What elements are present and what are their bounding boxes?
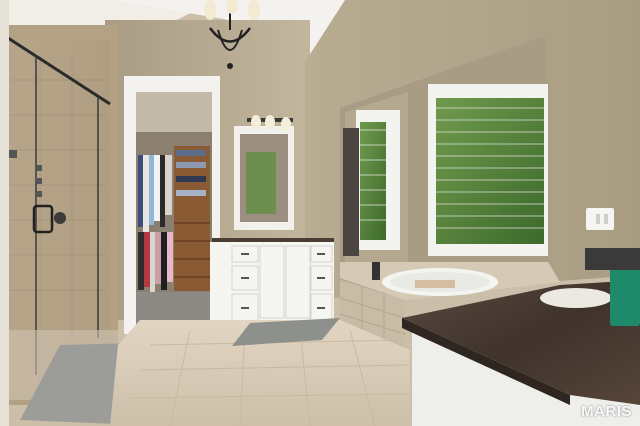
wall-shelf [343, 128, 359, 256]
maris-watermark: MARIS [581, 403, 632, 420]
vanity-main [210, 238, 334, 332]
soap-dispenser [610, 266, 640, 326]
bathroom-photo [0, 0, 640, 426]
closet-doorway [124, 76, 220, 334]
vanity-sink [540, 288, 612, 308]
shower-valve [54, 212, 66, 224]
tub-faucet [372, 262, 380, 280]
